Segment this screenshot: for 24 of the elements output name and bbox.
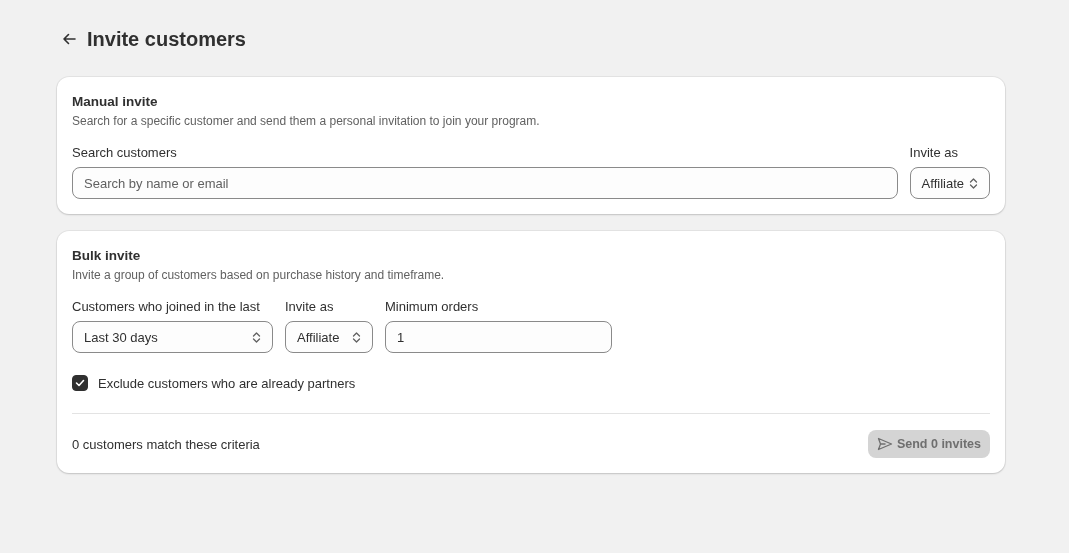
checkbox-label: Exclude customers who are already partners (98, 375, 356, 391)
invite-as-select[interactable]: Affiliate (909, 167, 990, 199)
search-field[interactable]: Search by name or email (72, 167, 898, 199)
field-label: Invite as (909, 145, 959, 160)
back-arrow-icon[interactable] (62, 33, 76, 45)
chevron-icon (969, 176, 978, 190)
card-title: Bulk invite (72, 248, 142, 263)
chevron-icon (352, 330, 361, 344)
page-title: Invite customers (87, 27, 246, 51)
match-count-text: 0 customers match these criteria (72, 436, 260, 452)
dropdown-select[interactable]: Last 30 days (72, 321, 273, 353)
number-field[interactable]: 1 (385, 321, 612, 353)
card-description: Invite a group of customers based on purchase history and timeframe. (72, 268, 446, 282)
field-label: Customers who joined in the last (72, 299, 261, 314)
checkbox[interactable] (72, 375, 88, 391)
card-title: Manual invite (72, 94, 159, 109)
checkmark-icon (75, 379, 85, 387)
card-description: Search for a specific customer and send them a personal invitation to join your program. (72, 114, 541, 128)
send-icon (876, 437, 893, 451)
field-label: Invite as (285, 299, 335, 314)
dropdown-select[interactable]: Affiliate (285, 321, 373, 353)
chevron-icon (252, 330, 261, 344)
field-label: Minimum orders (385, 299, 480, 314)
field-label: Search customers (72, 145, 178, 160)
